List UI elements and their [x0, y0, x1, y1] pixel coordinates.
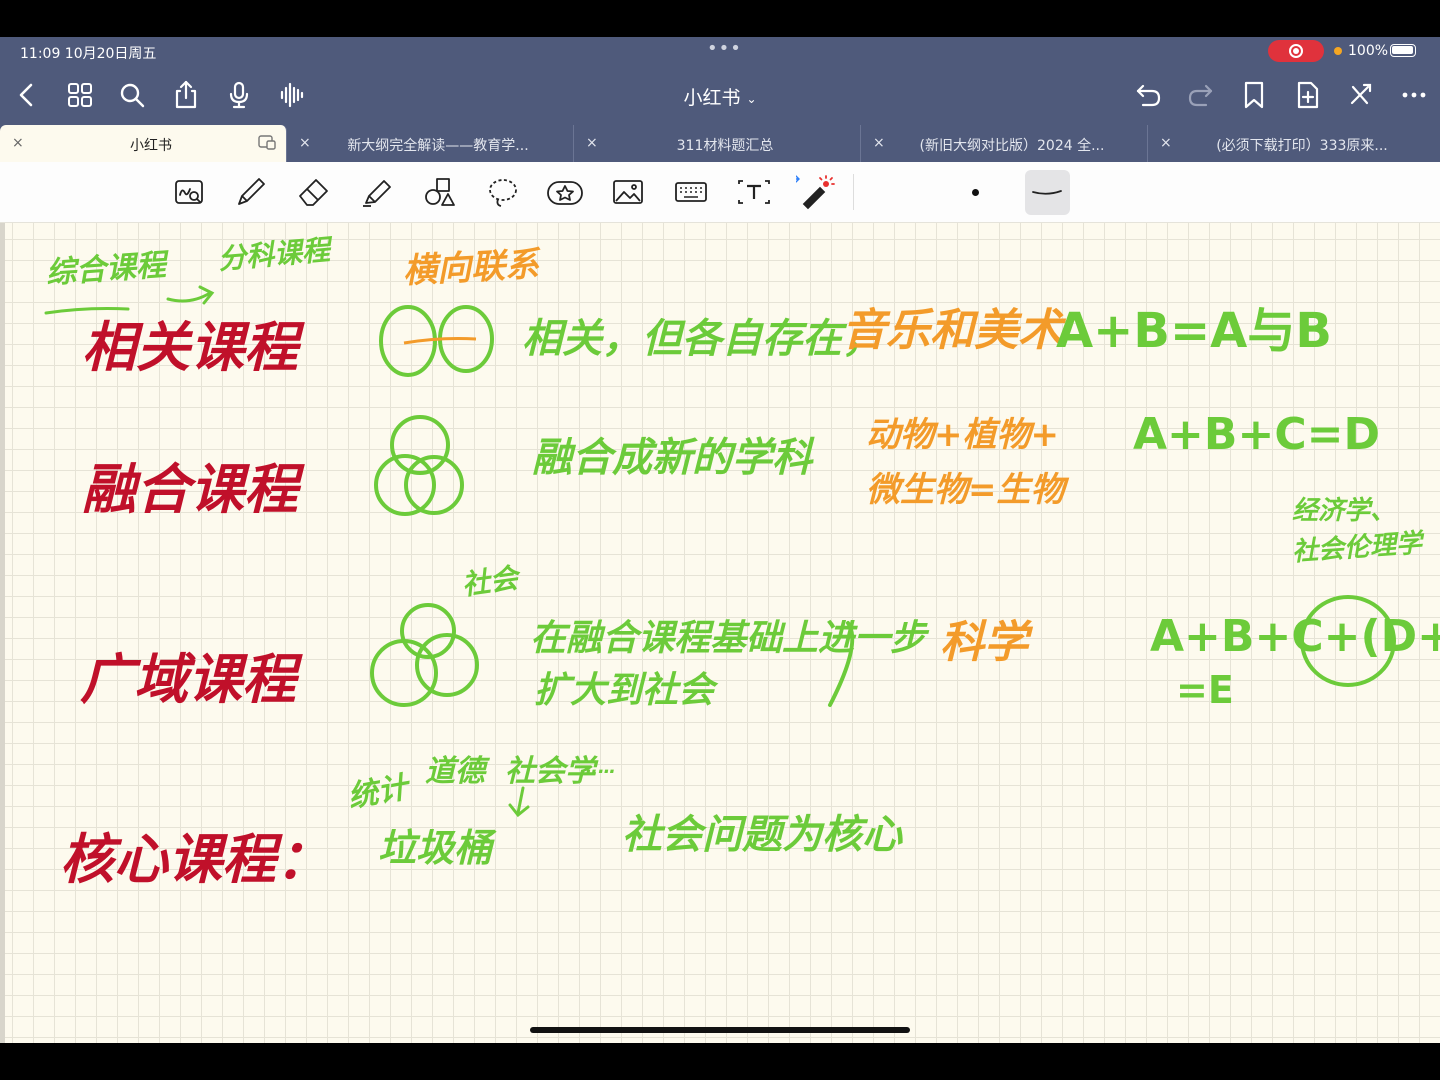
- close-icon[interactable]: ×: [299, 135, 311, 151]
- tab-new-syllabus[interactable]: × 新大纲完全解读——教育学...: [287, 125, 574, 162]
- tab-xiaohongshu[interactable]: × 小红书: [0, 125, 287, 162]
- document-title-text: 小红书: [683, 87, 741, 109]
- redo-icon[interactable]: [1181, 75, 1221, 115]
- toolbar-separator: [853, 174, 854, 210]
- close-icon[interactable]: ×: [873, 135, 885, 151]
- split-view-icon[interactable]: [258, 134, 276, 150]
- trailing-stroke: [828, 621, 855, 707]
- tab-label: 新大纲完全解读——教育学...: [347, 138, 529, 154]
- highlighter-icon[interactable]: [357, 172, 397, 212]
- add-page-icon[interactable]: [1288, 75, 1328, 115]
- search-icon[interactable]: [112, 75, 152, 115]
- battery-icon: [1390, 44, 1416, 57]
- tab-syllabus-compare[interactable]: × (新旧大纲对比版）2024 全...: [861, 125, 1148, 162]
- broad-circle-right: [415, 633, 479, 697]
- close-icon[interactable]: ×: [586, 135, 598, 151]
- note-canvas[interactable]: 综合课程 分科课程 横向联系 相关课程 相关，但各自存在， 音乐和美术 A+B=…: [0, 223, 1440, 1043]
- document-title[interactable]: 小红书 ⌄: [620, 83, 820, 110]
- sticker-icon[interactable]: [545, 172, 585, 212]
- fusion-circle-top: [390, 415, 450, 475]
- laser-pointer-icon[interactable]: [795, 172, 836, 212]
- underline-stroke: [44, 307, 130, 315]
- close-icon[interactable]: ×: [12, 135, 24, 151]
- nav-row: 小红书 ⌄: [0, 75, 1440, 119]
- multitask-dots[interactable]: •••: [707, 38, 742, 59]
- bottom-letterbox: [0, 1043, 1440, 1080]
- tab-label: (必须下载打印）333原来...: [1216, 138, 1388, 154]
- chevron-down-icon: ⌄: [746, 91, 757, 106]
- app-header: 11:09 10月20日周五 ••• 100% 小红书 ⌄ × 小红书 × 新大…: [0, 37, 1440, 162]
- arrow-right-icon: [166, 291, 212, 303]
- broad-circle-left: [370, 639, 438, 707]
- stroke-size-dot[interactable]: [972, 189, 979, 196]
- close-icon[interactable]: ×: [1160, 135, 1172, 151]
- notes-app: 11:09 10月20日周五 ••• 100% 小红书 ⌄ × 小红书 × 新大…: [0, 37, 1440, 1043]
- tab-label: 小红书: [130, 138, 172, 154]
- audio-wave-icon[interactable]: [272, 75, 312, 115]
- keyboard-icon[interactable]: [671, 172, 711, 212]
- more-icon[interactable]: [1394, 75, 1434, 115]
- orange-indicator-dot: [1334, 47, 1342, 55]
- ink-drawings: [44, 285, 1396, 818]
- down-arrow-icon: [516, 786, 525, 815]
- tab-label: (新旧大纲对比版）2024 全...: [919, 138, 1105, 154]
- status-bar: 11:09 10月20日周五 ••• 100%: [0, 37, 1440, 65]
- tab-333-print[interactable]: × (必须下载打印）333原来...: [1148, 125, 1440, 162]
- status-time: 11:09 10月20日周五: [20, 46, 157, 62]
- stroke-style-button[interactable]: [1025, 170, 1070, 215]
- image-icon[interactable]: [608, 172, 648, 212]
- eraser-icon[interactable]: [294, 172, 334, 212]
- bookmark-icon[interactable]: [1234, 75, 1274, 115]
- microphone-icon[interactable]: [219, 75, 259, 115]
- grid-view-icon[interactable]: [60, 75, 100, 115]
- highlight-circle: [1300, 595, 1396, 687]
- tab-311-materials[interactable]: × 311材料题汇总: [574, 125, 861, 162]
- home-indicator[interactable]: [530, 1027, 910, 1033]
- screen-record-icon[interactable]: [1268, 40, 1324, 62]
- share-icon[interactable]: [166, 75, 206, 115]
- pen-icon[interactable]: [231, 172, 271, 212]
- back-icon[interactable]: [6, 75, 46, 115]
- tab-label: 311材料题汇总: [676, 138, 774, 154]
- shapes-icon[interactable]: [420, 172, 460, 212]
- handwriting-zoom-icon[interactable]: [169, 172, 209, 212]
- text-box-icon[interactable]: [734, 172, 774, 212]
- lasso-icon[interactable]: [483, 172, 523, 212]
- tab-bar: × 小红书 × 新大纲完全解读——教育学... × 311材料题汇总 × (新旧…: [0, 125, 1440, 162]
- undo-icon[interactable]: [1128, 75, 1168, 115]
- drawing-toolbar: [0, 162, 1440, 223]
- battery-percent: 100%: [1348, 43, 1389, 59]
- top-letterbox: [0, 0, 1440, 37]
- close-tools-icon[interactable]: [1340, 75, 1380, 115]
